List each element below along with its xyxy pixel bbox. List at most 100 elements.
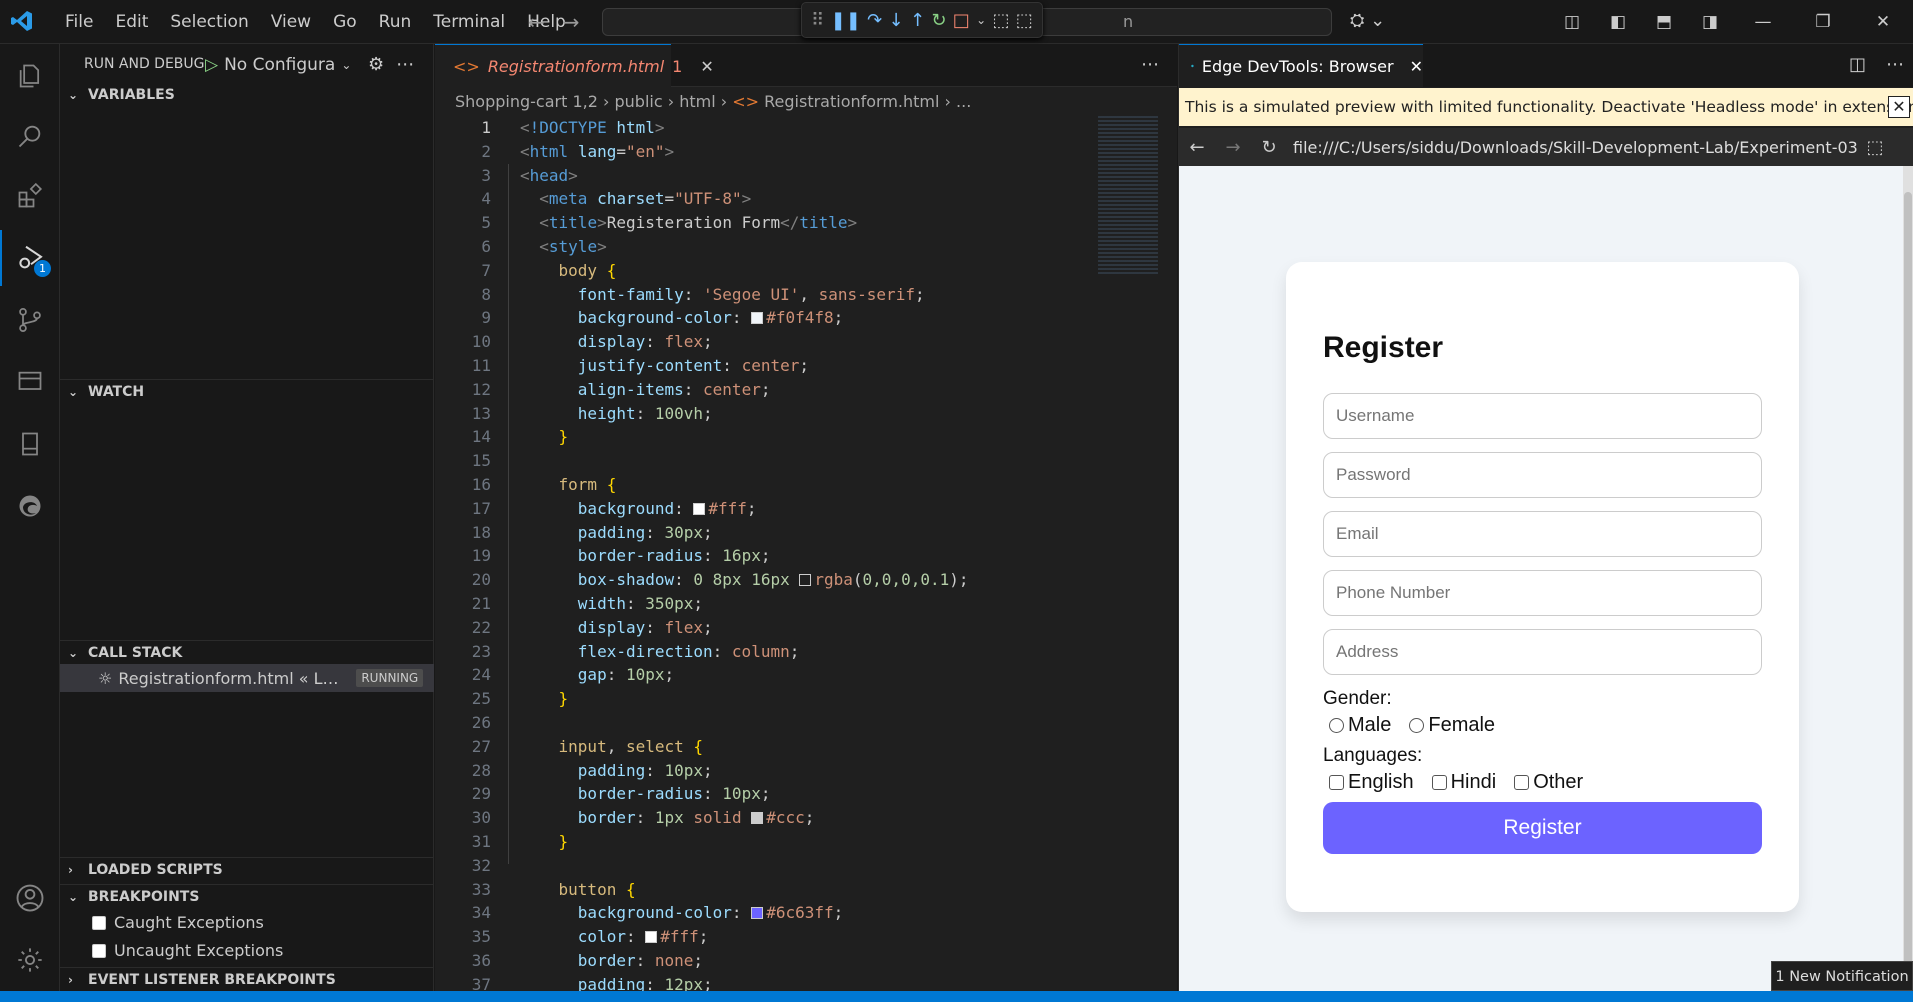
inspect-icon[interactable]: ⬚ (1857, 137, 1893, 158)
scrollbar-thumb[interactable] (1904, 192, 1912, 972)
search-icon[interactable] (0, 108, 60, 164)
gender-option-female[interactable]: Female (1409, 714, 1495, 737)
code-line[interactable]: flex-direction: column; (520, 640, 1080, 664)
code-line[interactable]: font-family: 'Segoe UI', sans-serif; (520, 283, 1080, 307)
explorer-icon[interactable] (0, 48, 60, 104)
code-line[interactable]: form { (520, 473, 1080, 497)
account-icon[interactable] (0, 870, 60, 926)
code-line[interactable]: padding: 30px; (520, 521, 1080, 545)
code-line[interactable]: <head> (520, 164, 1080, 188)
chevron-down-icon[interactable]: ⌄ (976, 13, 986, 27)
code-line[interactable]: color: #fff; (520, 925, 1080, 949)
code-line[interactable]: border-radius: 16px; (520, 544, 1080, 568)
code-line[interactable]: padding: 10px; (520, 759, 1080, 783)
minimap[interactable] (1098, 116, 1158, 276)
gender-option-male[interactable]: Male (1329, 714, 1391, 737)
remote-explorer-icon[interactable] (0, 354, 60, 410)
screencast-icon[interactable]: ⬚ (1016, 10, 1033, 31)
close-icon[interactable]: ✕ (1888, 96, 1910, 118)
forward-arrow-icon[interactable]: → (563, 10, 580, 34)
menu-go[interactable]: Go (322, 12, 368, 32)
code-line[interactable]: background-color: #f0f4f8; (520, 306, 1080, 330)
code-line[interactable]: border: 1px solid #ccc; (520, 806, 1080, 830)
step-over-icon[interactable]: ↷ (867, 10, 882, 31)
breadcrumb-item[interactable]: html (679, 92, 715, 111)
breadcrumb-item[interactable]: ... (956, 92, 971, 111)
toggle-secondary-icon[interactable]: ◨ (1687, 12, 1733, 32)
tab-edge-devtools[interactable]: Edge DevTools: Browser ✕ (1179, 44, 1423, 87)
checkbox[interactable] (1514, 775, 1530, 790)
phone-input[interactable]: Phone Number (1323, 570, 1762, 616)
code-line[interactable]: background: #fff; (520, 497, 1080, 521)
section-loaded-scripts[interactable]: › LOADED SCRIPTS (60, 857, 434, 881)
viewport-scrollbar[interactable] (1903, 166, 1913, 991)
code-line[interactable]: height: 100vh; (520, 402, 1080, 426)
layout-icon[interactable]: ◫ (1549, 12, 1595, 32)
more-actions-icon[interactable]: ⋯ (1141, 54, 1159, 75)
menu-edit[interactable]: Edit (104, 12, 159, 32)
section-variables[interactable]: ⌄ VARIABLES (60, 83, 434, 107)
menu-view[interactable]: View (260, 12, 322, 32)
restart-icon[interactable]: ↻ (931, 10, 946, 31)
checkbox[interactable] (1431, 775, 1447, 790)
code-line[interactable]: box-shadow: 0 8px 16px rgba(0,0,0,0.1); (520, 568, 1080, 592)
code-line[interactable]: input, select { (520, 735, 1080, 759)
code-line[interactable]: gap: 10px; (520, 663, 1080, 687)
password-input[interactable]: Password (1323, 452, 1762, 498)
reload-icon[interactable]: ↻ (1251, 137, 1287, 158)
code-line[interactable]: border-radius: 10px; (520, 782, 1080, 806)
radio[interactable] (1409, 718, 1425, 733)
extensions-icon[interactable] (0, 168, 60, 224)
source-control-icon[interactable] (0, 292, 60, 348)
back-arrow-icon[interactable]: ← (528, 10, 545, 34)
code-area[interactable]: <!DOCTYPE html> <html lang="en"> <head> <m… (520, 116, 1080, 996)
stop-icon[interactable]: □ (953, 10, 970, 31)
close-window-icon[interactable]: ✕ (1853, 12, 1913, 32)
breakpoint-uncaught[interactable]: Uncaught Exceptions (92, 941, 283, 960)
restore-icon[interactable]: ❐ (1793, 12, 1853, 32)
drag-handle-icon[interactable]: ⠿ (811, 10, 824, 31)
gear-icon[interactable]: ⚙ (368, 54, 384, 75)
minimize-icon[interactable]: — (1733, 12, 1793, 32)
testing-icon[interactable] (0, 416, 60, 472)
code-line[interactable]: <!DOCTYPE html> (520, 116, 1080, 140)
call-stack-item[interactable]: ☼ Registrationform.html « Laun... RUNNIN… (60, 664, 434, 692)
inspect-icon[interactable]: ⬚ (992, 10, 1009, 31)
menu-run[interactable]: Run (368, 12, 423, 32)
step-into-icon[interactable]: ↓ (889, 10, 904, 31)
radio[interactable] (1329, 718, 1344, 733)
language-option-english[interactable]: English (1329, 771, 1414, 794)
breadcrumb-item[interactable]: Shopping-cart 1,2 (455, 92, 598, 111)
language-option-hindi[interactable]: Hindi (1431, 771, 1496, 794)
section-call-stack[interactable]: ⌄ CALL STACK (60, 640, 434, 664)
code-line[interactable]: } (520, 687, 1080, 711)
close-icon[interactable]: ✕ (1410, 57, 1423, 76)
code-line[interactable]: border: none; (520, 949, 1080, 973)
launch-config-select[interactable]: ▷ No Configura ⌄ (205, 52, 355, 78)
code-line[interactable]: <title>Registeration Form</title> (520, 211, 1080, 235)
menu-file[interactable]: File (54, 12, 104, 32)
more-actions-icon[interactable]: ⋯ (1886, 54, 1904, 75)
code-line[interactable]: background-color: #6c63ff; (520, 901, 1080, 925)
language-option-other[interactable]: Other (1514, 771, 1583, 794)
notification-toast[interactable]: 1 New Notification (1771, 961, 1913, 991)
copilot-icon[interactable]: ⛭ ⌄ (1350, 10, 1385, 31)
step-out-icon[interactable]: ↑ (910, 10, 925, 31)
code-line[interactable]: <style> (520, 235, 1080, 259)
code-line[interactable]: align-items: center; (520, 378, 1080, 402)
register-button[interactable]: Register (1323, 802, 1762, 854)
code-line[interactable]: display: flex; (520, 616, 1080, 640)
section-breakpoints[interactable]: ⌄ BREAKPOINTS (60, 884, 434, 908)
section-watch[interactable]: ⌄ WATCH (60, 379, 434, 403)
code-line[interactable] (520, 711, 1080, 735)
code-line[interactable] (520, 854, 1080, 878)
breadcrumb-item[interactable]: public (614, 92, 662, 111)
section-event-listener[interactable]: › EVENT LISTENER BREAKPOINTS (60, 967, 434, 991)
split-editor-icon[interactable]: ◫ (1849, 54, 1866, 75)
code-line[interactable]: justify-content: center; (520, 354, 1080, 378)
code-line[interactable] (520, 449, 1080, 473)
toggle-panel-icon[interactable]: ⬒ (1641, 12, 1687, 32)
email-input[interactable]: Email (1323, 511, 1762, 557)
address-input[interactable]: Address (1323, 629, 1762, 675)
checkbox[interactable] (1329, 775, 1344, 790)
